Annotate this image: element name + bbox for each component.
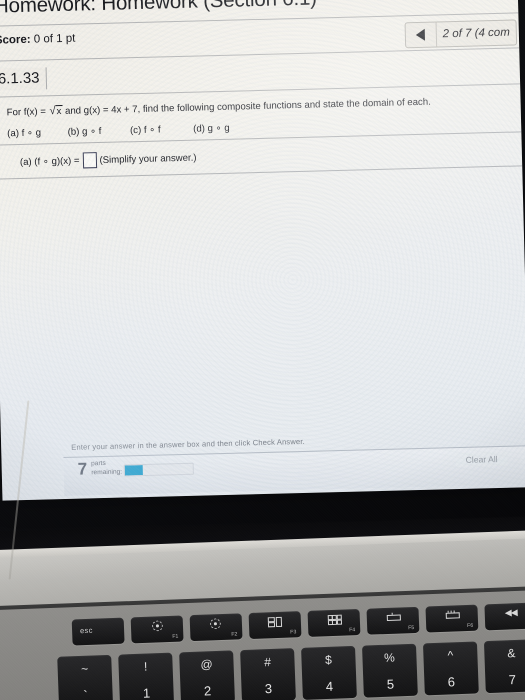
key-f6-keyboard-brightness-up[interactable]: F6 [425, 604, 479, 633]
progress-bar-fill [124, 465, 143, 476]
problem-position-label: 2 of 7 (4 com [442, 26, 510, 41]
keyboard-light-up-icon [426, 610, 478, 622]
part-c-expr: f ∘ f [143, 124, 161, 136]
divider [0, 83, 521, 98]
key-6[interactable]: ^ 6 [422, 641, 479, 696]
key-f2-brightness-up[interactable]: F2 [189, 613, 243, 642]
prompt-before: For f(x) = [6, 106, 47, 119]
key-7[interactable]: & 7 [483, 639, 525, 694]
square-root-icon: √x [49, 104, 63, 118]
key-5[interactable]: % 5 [362, 643, 418, 698]
key-f7-rewind[interactable]: ◀◀ F7 [484, 602, 525, 631]
progress-bar [123, 462, 194, 477]
part-d-label: (d) [193, 123, 206, 135]
answer-line: (a) (f ∘ g)(x) = (Simplify your answer.) [20, 150, 197, 170]
divider [0, 47, 520, 62]
key-2[interactable]: @ 2 [179, 650, 235, 700]
answer-input[interactable] [82, 152, 97, 169]
key-f1-brightness-down[interactable]: F1 [130, 615, 184, 644]
previous-problem-button[interactable] [405, 22, 438, 48]
part-b-label: (b) [67, 126, 80, 138]
photo-stage: Homework: Homework (Section 6.1) Score: … [0, 0, 525, 700]
key-esc-label: esc [79, 625, 93, 636]
answer-hint: Enter your answer in the answer box and … [71, 436, 305, 452]
parts-remaining-count: 7 [77, 459, 88, 479]
sun-small-icon [131, 620, 183, 633]
answer-suffix: (Simplify your answer.) [99, 152, 197, 166]
laptop-screen: Homework: Homework (Section 6.1) Score: … [0, 0, 525, 501]
key-f3-label: F3 [290, 629, 297, 636]
key-1[interactable]: ! 1 [118, 652, 175, 700]
part-c-label: (c) [129, 124, 142, 137]
key-tilde[interactable]: ~ ` [57, 654, 114, 700]
problem-id-tab[interactable]: 6.1.33 [0, 67, 47, 91]
score-value: 0 of 1 pt [33, 32, 76, 46]
key-4[interactable]: $ 4 [301, 645, 357, 700]
key-f4-label: F4 [349, 627, 356, 634]
key-3[interactable]: # 3 [240, 648, 296, 700]
triangle-left-icon [416, 28, 426, 41]
launchpad-icon [308, 614, 360, 627]
score-line: Score: 0 of 1 pt [0, 33, 76, 47]
problem-navigator[interactable]: 2 of 7 (4 com [404, 19, 518, 49]
webpage-content: Homework: Homework (Section 6.1) Score: … [0, 0, 525, 501]
key-f6-label: F6 [467, 622, 474, 630]
keyboard-light-down-icon [367, 612, 419, 624]
key-f3-mission-control[interactable]: F3 [248, 611, 302, 640]
key-f5-label: F5 [408, 624, 415, 632]
key-f4-launchpad[interactable]: F4 [307, 608, 361, 637]
parts-remaining-label: parts remaining: [91, 460, 123, 476]
part-a-expr: f ∘ g [21, 127, 42, 139]
mission-control-icon [249, 616, 301, 629]
score-label: Score: [0, 33, 31, 47]
key-f5-keyboard-brightness-down[interactable]: F5 [366, 606, 420, 635]
question-prompt: For f(x) = √x and g(x) = 4x + 7, find th… [7, 96, 431, 119]
parts-remaining: 7 parts remaining: [77, 459, 123, 479]
clear-all-button[interactable]: Clear All [455, 451, 508, 468]
key-f2-label: F2 [231, 631, 238, 638]
part-a-label: (a) [7, 128, 20, 140]
part-d-expr: g ∘ g [207, 122, 230, 135]
question-parts-list: (a) f ∘ g (b) g ∘ f (c) f ∘ f (d) g ∘ g [7, 123, 230, 140]
key-f1-label: F1 [172, 633, 179, 640]
key-esc[interactable]: esc [71, 617, 125, 646]
part-b-expr: g ∘ f [81, 125, 102, 138]
page-title: Homework: Homework (Section 6.1) [0, 0, 318, 18]
rewind-icon: ◀◀ [504, 607, 517, 618]
prompt-after: and g(x) = 4x + 7, find the following co… [64, 96, 431, 117]
answer-prefix: (a) (f ∘ g)(x) = [19, 155, 80, 168]
